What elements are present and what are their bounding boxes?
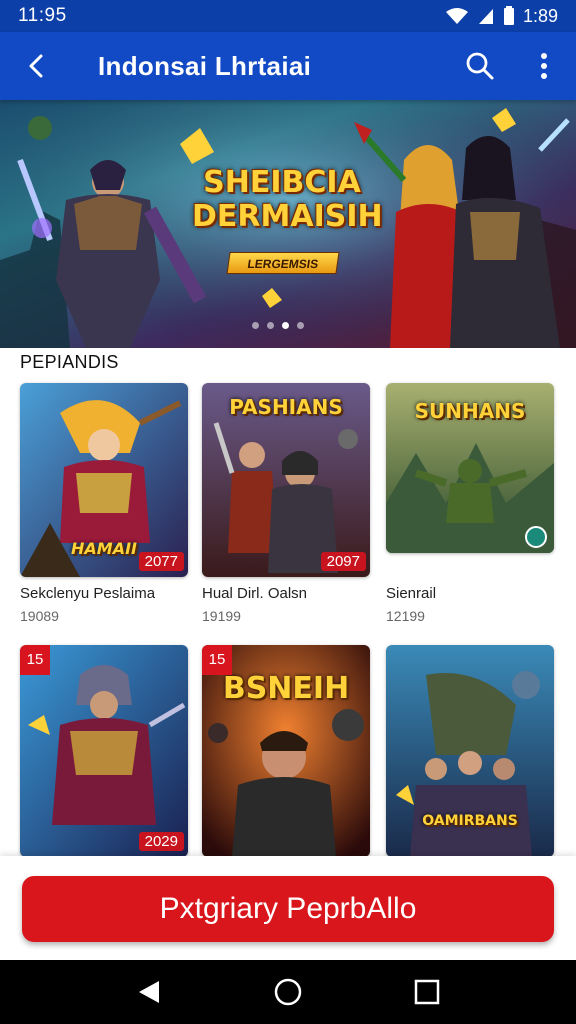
game-card[interactable]: OAMIRBANS — [386, 645, 554, 857]
battery-icon — [503, 6, 515, 26]
search-icon — [466, 52, 494, 80]
back-triangle-icon — [139, 981, 160, 1003]
home-circle-icon — [274, 978, 302, 1006]
bottom-action-bar: Pxtgriary PeprbAllo — [0, 856, 576, 960]
game-art-title: SUNHANS — [414, 399, 526, 423]
signal-icon — [477, 7, 495, 25]
banner-title-line1: SHEIBCIA — [203, 165, 361, 200]
game-thumbnail: OAMIRBANS — [386, 645, 554, 857]
game-card[interactable]: PASHIANS 2097 Hual Dirl. Oalsn 19199 — [202, 383, 370, 624]
carousel-dot[interactable] — [297, 322, 304, 329]
game-count: 19199 — [202, 608, 241, 624]
status-bar: 11:95 1:89 — [0, 0, 576, 32]
wifi-icon — [445, 7, 469, 25]
banner-subtitle: LERGEMSIS — [226, 252, 340, 274]
system-nav-bar — [0, 960, 576, 1024]
page-title: Indonsai Lhrtaiai — [98, 50, 312, 81]
game-thumbnail: 15 2029 — [20, 645, 188, 857]
section-title: PEPIANDIS — [20, 352, 119, 372]
back-arrow-icon — [29, 54, 43, 78]
game-name: Sienrail — [386, 585, 437, 602]
rank-badge: 15 — [202, 645, 232, 675]
banner-title: SHEIBCIA DERMAISIH — [192, 165, 383, 234]
year-badge: 2077 — [138, 552, 184, 571]
back-button[interactable] — [0, 32, 72, 100]
more-vert-icon — [541, 53, 547, 79]
status-icons: 1:89 — [445, 6, 558, 27]
nav-back-button[interactable] — [119, 962, 179, 1022]
app-bar: Indonsai Lhrtaiai — [0, 32, 576, 100]
game-card[interactable]: HAMAII 2077 Sekclenyu Peslaima 19089 — [20, 383, 188, 624]
game-art-title: BSNEIH — [222, 671, 350, 706]
game-count: 19089 — [20, 608, 59, 624]
status-time: 11:95 — [18, 5, 67, 26]
game-count: 12199 — [386, 608, 425, 624]
banner-title-line2: DERMAISIH — [192, 199, 383, 234]
carousel-dot[interactable] — [282, 322, 289, 329]
game-card[interactable]: SUNHANS Sienrail 12199 — [386, 383, 554, 624]
game-thumbnail: PASHIANS 2097 — [202, 383, 370, 577]
game-thumbnail: HAMAII 2077 — [20, 383, 188, 577]
game-thumbnail: SUNHANS — [386, 383, 554, 553]
search-button[interactable] — [448, 32, 512, 100]
nav-home-button[interactable] — [258, 962, 318, 1022]
game-art-title: OAMIRBANS — [422, 813, 518, 829]
featured-banner[interactable]: SHEIBCIA DERMAISIH LERGEMSIS — [0, 100, 576, 348]
nav-recents-button[interactable] — [397, 962, 457, 1022]
game-card[interactable]: 15 2029 — [20, 645, 188, 857]
year-badge: 2097 — [320, 552, 366, 571]
more-options-button[interactable] — [512, 32, 576, 100]
carousel-dot[interactable] — [267, 322, 274, 329]
primary-action-button[interactable]: Pxtgriary PeprbAllo — [22, 876, 554, 942]
game-name: Hual Dirl. Oalsn — [202, 585, 308, 602]
status-clock-right: 1:89 — [522, 5, 558, 26]
carousel-dot[interactable] — [252, 322, 259, 329]
year-badge: 2029 — [138, 832, 184, 851]
game-card[interactable]: BSNEIH 15 — [202, 645, 370, 857]
game-art-title: PASHIANS — [229, 395, 343, 419]
game-name: Sekclenyu Peslaima — [20, 585, 156, 602]
game-thumbnail: BSNEIH 15 — [202, 645, 370, 857]
rank-badge: 15 — [20, 645, 50, 675]
recents-square-icon — [414, 979, 439, 1005]
carousel-indicator — [252, 322, 304, 329]
